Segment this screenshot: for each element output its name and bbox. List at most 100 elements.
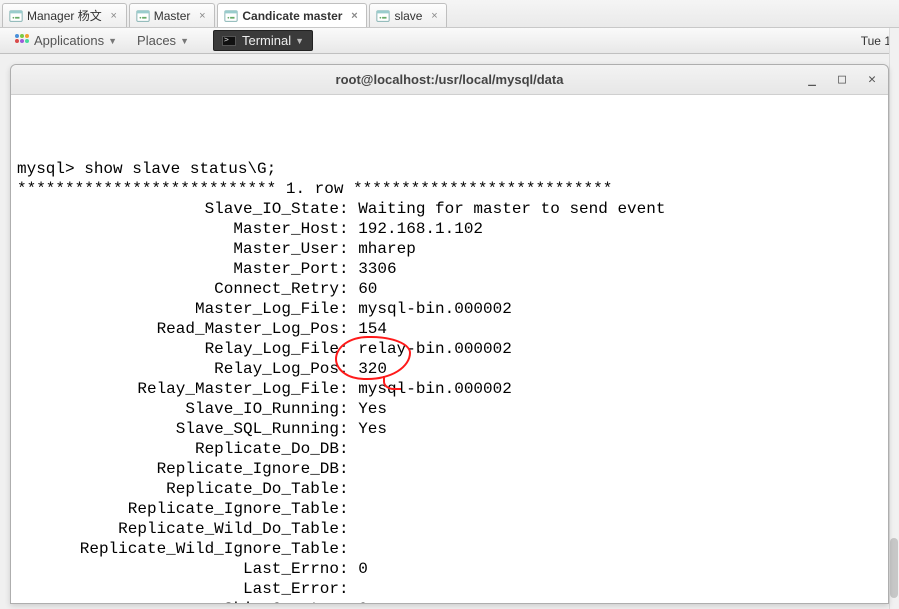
- close-button[interactable]: ✕: [862, 69, 882, 89]
- field-value: mysql-bin.000002: [358, 299, 512, 319]
- tab-manager[interactable]: Manager 杨文 ×: [2, 3, 127, 27]
- outer-scrollbar[interactable]: [889, 28, 899, 609]
- terminal-line: Slave_IO_State: Waiting for master to se…: [17, 199, 882, 219]
- applications-icon: [14, 33, 30, 49]
- menu-label: Places: [137, 33, 176, 48]
- maximize-button[interactable]: □: [832, 69, 852, 89]
- field-key: Slave_IO_Running: [17, 399, 339, 419]
- chevron-down-icon: ▼: [108, 36, 117, 46]
- terminal-line: *************************** 1. row *****…: [17, 179, 882, 199]
- field-key: Read_Master_Log_Pos: [17, 319, 339, 339]
- terminal-icon: [224, 9, 238, 23]
- terminal-line: Replicate_Wild_Ignore_Table:: [17, 539, 882, 559]
- terminal-line: Relay_Master_Log_File: mysql-bin.000002: [17, 379, 882, 399]
- field-key: Relay_Master_Log_File: [17, 379, 339, 399]
- close-icon[interactable]: ×: [348, 10, 360, 22]
- terminal-icon: [136, 9, 150, 23]
- tab-master[interactable]: Master ×: [129, 3, 216, 27]
- terminal-line: Slave_IO_Running: Yes: [17, 399, 882, 419]
- terminal-line: Master_User: mharep: [17, 239, 882, 259]
- field-value: 0: [358, 559, 368, 579]
- field-key: Slave_IO_State: [17, 199, 339, 219]
- terminal-line: Master_Host: 192.168.1.102: [17, 219, 882, 239]
- command: show slave status\G;: [84, 160, 276, 178]
- minimize-button[interactable]: _: [802, 69, 822, 89]
- field-key: Master_Port: [17, 259, 339, 279]
- terminal-line: Skip_Counter: 0: [17, 599, 882, 603]
- tab-label: Candicate master: [242, 9, 342, 23]
- prompt: mysql>: [17, 160, 84, 178]
- field-key: Skip_Counter: [17, 599, 339, 603]
- field-value: Yes: [358, 399, 387, 419]
- menu-left: Applications ▼ Places ▼ Terminal ▼: [6, 30, 317, 51]
- tab-label: Master: [154, 9, 191, 23]
- terminal-line: Replicate_Do_DB:: [17, 439, 882, 459]
- terminal-line: Master_Log_File: mysql-bin.000002: [17, 299, 882, 319]
- field-key: Master_Log_File: [17, 299, 339, 319]
- close-icon[interactable]: ×: [196, 10, 208, 22]
- field-key: Replicate_Do_DB: [17, 439, 339, 459]
- window-title: root@localhost:/usr/local/mysql/data: [336, 72, 564, 87]
- field-key: Master_Host: [17, 219, 339, 239]
- chevron-down-icon: ▼: [295, 36, 304, 46]
- tab-candidate-master[interactable]: Candicate master ×: [217, 3, 367, 27]
- field-key: Last_Error: [17, 579, 339, 599]
- terminal-line: Master_Port: 3306: [17, 259, 882, 279]
- field-key: Replicate_Wild_Do_Table: [17, 519, 339, 539]
- terminal-line: Last_Error:: [17, 579, 882, 599]
- menu-terminal[interactable]: Terminal ▼: [213, 30, 313, 51]
- close-icon[interactable]: ×: [428, 10, 440, 22]
- field-value: relay-bin.000002: [358, 339, 512, 359]
- field-value: 3306: [358, 259, 396, 279]
- field-key: Slave_SQL_Running: [17, 419, 339, 439]
- field-key: Connect_Retry: [17, 279, 339, 299]
- window-titlebar[interactable]: root@localhost:/usr/local/mysql/data _ □…: [11, 65, 888, 95]
- field-key: Replicate_Wild_Ignore_Table: [17, 539, 339, 559]
- terminal-line: Read_Master_Log_Pos: 154: [17, 319, 882, 339]
- terminal-line: Replicate_Ignore_Table:: [17, 499, 882, 519]
- field-value: Yes: [358, 419, 387, 439]
- terminal-icon: [9, 9, 23, 23]
- field-key: Master_User: [17, 239, 339, 259]
- field-value: mharep: [358, 239, 416, 259]
- terminal-line: Replicate_Wild_Do_Table:: [17, 519, 882, 539]
- terminal-line: Replicate_Ignore_DB:: [17, 459, 882, 479]
- terminal-body[interactable]: mysql> show slave status\G;*************…: [11, 95, 888, 603]
- gnome-top-bar: Applications ▼ Places ▼ Terminal ▼ Tue 1: [0, 28, 899, 54]
- field-value: mysql-bin.000002: [358, 379, 512, 399]
- window-controls: _ □ ✕: [802, 69, 882, 89]
- menu-label: Applications: [34, 33, 104, 48]
- terminal-line: Relay_Log_File: relay-bin.000002: [17, 339, 882, 359]
- field-value: Waiting for master to send event: [358, 199, 665, 219]
- field-value: 0: [358, 599, 368, 603]
- field-key: Replicate_Do_Table: [17, 479, 339, 499]
- terminal-window: root@localhost:/usr/local/mysql/data _ □…: [10, 64, 889, 604]
- field-key: Replicate_Ignore_Table: [17, 499, 339, 519]
- field-key: Replicate_Ignore_DB: [17, 459, 339, 479]
- session-tabs: Manager 杨文 × Master × Candicate master ×…: [0, 0, 899, 28]
- tab-label: Manager 杨文: [27, 7, 102, 24]
- field-key: Last_Errno: [17, 559, 339, 579]
- terminal-line: Relay_Log_Pos: 320: [17, 359, 882, 379]
- terminal-line: Replicate_Do_Table:: [17, 479, 882, 499]
- tab-label: slave: [394, 9, 422, 23]
- field-value: 320: [358, 359, 387, 379]
- menu-places[interactable]: Places ▼: [129, 31, 197, 50]
- menu-label: Terminal: [242, 33, 291, 48]
- terminal-line: Last_Errno: 0: [17, 559, 882, 579]
- row-header: *************************** 1. row *****…: [17, 180, 612, 198]
- terminal-line: Slave_SQL_Running: Yes: [17, 419, 882, 439]
- terminal-line: mysql> show slave status\G;: [17, 159, 882, 179]
- scrollbar-thumb[interactable]: [890, 538, 898, 598]
- close-icon[interactable]: ×: [108, 10, 120, 22]
- terminal-icon: [376, 9, 390, 23]
- field-value: 60: [358, 279, 377, 299]
- field-value: 192.168.1.102: [358, 219, 483, 239]
- terminal-line: Connect_Retry: 60: [17, 279, 882, 299]
- menu-applications[interactable]: Applications ▼: [6, 31, 125, 51]
- field-key: Relay_Log_Pos: [17, 359, 339, 379]
- field-value: 154: [358, 319, 387, 339]
- tab-slave[interactable]: slave ×: [369, 3, 447, 27]
- field-key: Relay_Log_File: [17, 339, 339, 359]
- terminal-icon: [222, 36, 236, 46]
